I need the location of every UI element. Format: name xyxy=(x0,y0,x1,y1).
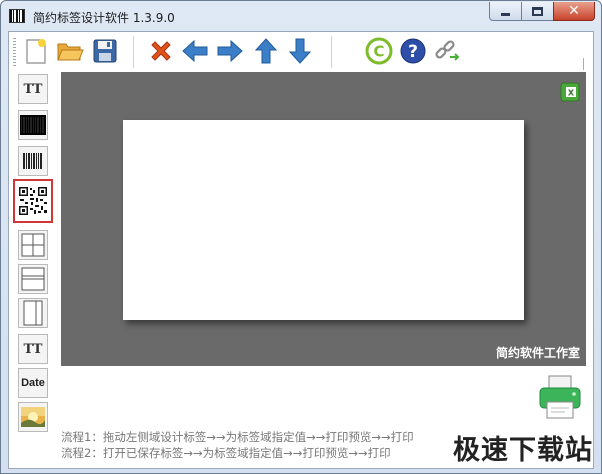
table-grid-tool[interactable] xyxy=(18,230,48,260)
barcode-wide-tool[interactable] xyxy=(18,110,48,140)
toolbar-grip[interactable] xyxy=(13,38,16,66)
window-controls: ✕ xyxy=(489,2,595,21)
text-field-tool[interactable]: TT xyxy=(18,74,48,104)
barcode-tool[interactable] xyxy=(18,146,48,176)
print-button[interactable] xyxy=(537,372,583,422)
design-canvas[interactable]: X 简约软件工作室 xyxy=(61,72,586,366)
close-button[interactable]: ✕ xyxy=(553,2,595,21)
grid-columns-icon xyxy=(23,300,43,326)
link-icon xyxy=(435,40,460,61)
delete-x-icon xyxy=(151,41,171,61)
arrow-up-icon xyxy=(254,38,278,64)
link-button[interactable] xyxy=(432,36,462,66)
watermark-text: 极速下载站 xyxy=(453,435,593,466)
grid-rows-icon xyxy=(21,267,45,291)
arrow-left-icon xyxy=(182,39,208,63)
svg-text:C: C xyxy=(373,43,384,61)
toolbar-separator-2 xyxy=(331,36,332,68)
app-window: 简约标签设计软件 1.3.9.0 ✕ C ? TT TT Date X 简约软件… xyxy=(0,0,602,474)
image-tool[interactable] xyxy=(18,402,48,432)
minimize-button[interactable] xyxy=(489,2,522,21)
text-tool-2[interactable]: TT xyxy=(18,334,48,364)
svg-text:?: ? xyxy=(408,42,418,62)
qrcode-icon xyxy=(19,187,47,215)
excel-import-button[interactable]: X xyxy=(560,82,580,102)
move-right-button[interactable] xyxy=(215,36,245,66)
flow-line-1: 流程1：拖动左侧域设计标签→→为标签域指定值→→打印预览→→打印 xyxy=(61,430,414,444)
label-paper[interactable] xyxy=(123,120,524,320)
table-rows-tool[interactable] xyxy=(18,264,48,294)
barcode-app-icon xyxy=(9,9,25,23)
barcode-icon xyxy=(23,153,42,169)
copyright-icon: C xyxy=(365,37,393,65)
qrcode-tool[interactable] xyxy=(13,179,53,223)
flow-line-2: 流程2：打开已保存标签→→为标签域指定值→→打印预览→→打印 xyxy=(61,446,391,460)
window-title: 简约标签设计软件 1.3.9.0 xyxy=(33,11,175,25)
table-columns-tool[interactable] xyxy=(18,298,48,328)
svg-text:X: X xyxy=(568,89,575,98)
text-tool-icon: TT xyxy=(23,81,43,97)
toolbar-separator xyxy=(133,36,134,68)
save-disk-icon xyxy=(93,39,117,63)
help-icon: ? xyxy=(400,38,426,64)
open-folder-icon xyxy=(57,43,84,61)
toolbar-overflow[interactable] xyxy=(583,58,591,70)
maximize-icon xyxy=(532,6,543,16)
move-up-button[interactable] xyxy=(251,36,281,66)
move-left-button[interactable] xyxy=(180,36,210,66)
move-down-button[interactable] xyxy=(285,36,315,66)
printer-icon xyxy=(539,375,581,419)
main-toolbar: C ? xyxy=(9,32,593,72)
title-bar[interactable]: 简约标签设计软件 1.3.9.0 ✕ xyxy=(1,1,601,31)
delete-button[interactable] xyxy=(146,36,176,66)
studio-label: 简约软件工作室 xyxy=(495,346,580,360)
new-button[interactable] xyxy=(21,36,51,66)
image-landscape-icon xyxy=(21,407,45,427)
excel-icon: X xyxy=(560,82,580,102)
arrow-down-icon xyxy=(288,38,312,64)
text-tool-2-icon: TT xyxy=(23,341,43,357)
new-file-icon xyxy=(26,39,46,64)
tool-sidebar: TT TT Date xyxy=(9,74,55,434)
maximize-button[interactable] xyxy=(521,2,554,21)
arrow-right-icon xyxy=(217,39,243,63)
about-button[interactable]: C xyxy=(364,36,394,66)
barcode-wide-icon xyxy=(20,115,46,135)
close-icon: ✕ xyxy=(568,3,580,19)
date-tool[interactable]: Date xyxy=(18,368,48,398)
date-tool-icon: Date xyxy=(21,377,45,389)
open-button[interactable] xyxy=(55,36,85,66)
help-button[interactable]: ? xyxy=(398,36,428,66)
save-button[interactable] xyxy=(90,36,120,66)
minimize-icon xyxy=(501,12,510,16)
grid-four-icon xyxy=(21,233,45,257)
client-area: C ? TT TT Date X 简约软件工作室 流程1：拖动左侧域设计标签→→… xyxy=(8,31,594,469)
